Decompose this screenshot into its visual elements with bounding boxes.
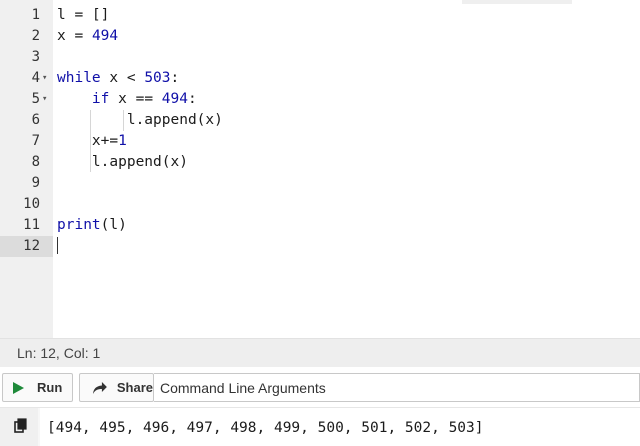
code-text: print(l) — [57, 217, 127, 233]
share-arrow-icon — [92, 381, 107, 394]
line-number: 10 — [23, 196, 40, 212]
code-line-active[interactable]: 12 — [0, 236, 640, 257]
code-text: l.append(x) — [57, 154, 188, 170]
code-line[interactable]: 1 l = [] — [0, 5, 640, 26]
play-icon — [13, 381, 24, 394]
code-text: x+=1 — [57, 133, 127, 149]
output-panel: [494, 495, 496, 497, 498, 499, 500, 501,… — [0, 407, 640, 446]
text-cursor — [57, 237, 58, 254]
code-line[interactable]: 11 print(l) — [0, 215, 640, 236]
code-line[interactable]: 5 ▾ if x == 494: — [0, 89, 640, 110]
code-text: x = 494 — [57, 28, 119, 44]
copy-icon — [14, 418, 27, 433]
run-button[interactable]: Run — [2, 373, 73, 402]
code-line[interactable]: 4 ▾ while x < 503: — [0, 68, 640, 89]
code-line[interactable]: 7 x+=1 — [0, 131, 640, 152]
fold-toggle-icon[interactable]: ▾ — [42, 89, 47, 110]
code-editor[interactable]: 1 l = [] 2 x = 494 3 4 ▾ while x < 503: … — [0, 0, 640, 338]
code-text: if x == 494: — [91, 91, 197, 107]
code-text: l = [] — [57, 7, 110, 23]
line-number: 12 — [23, 238, 40, 254]
line-number: 3 — [31, 49, 40, 65]
toolbar: Run Share — [0, 367, 640, 407]
line-number: 6 — [31, 112, 40, 128]
copy-output-button[interactable] — [0, 408, 38, 446]
code-line[interactable]: 2 x = 494 — [0, 26, 640, 47]
cursor-position: Ln: 12, Col: 1 — [17, 345, 101, 361]
line-number: 7 — [31, 133, 40, 149]
status-bar: Ln: 12, Col: 1 — [0, 338, 640, 367]
run-label: Run — [37, 380, 63, 395]
top-strip — [462, 0, 572, 4]
code-text: while x < 503: — [57, 70, 180, 86]
command-line-arguments-input[interactable] — [154, 373, 640, 402]
program-output: [494, 495, 496, 497, 498, 499, 500, 501,… — [40, 408, 640, 446]
share-label: Share — [116, 380, 153, 395]
code-line[interactable]: 3 — [0, 47, 640, 68]
code-text: l.append(x) — [57, 112, 223, 128]
line-number: 2 — [31, 28, 40, 44]
fold-toggle-icon[interactable]: ▾ — [42, 68, 47, 89]
code-line[interactable]: 8 l.append(x) — [0, 152, 640, 173]
code-line[interactable]: 6 l.append(x) — [0, 110, 640, 131]
code-line[interactable]: 10 — [0, 194, 640, 215]
line-number: 4 — [31, 70, 40, 86]
line-number: 1 — [31, 7, 40, 23]
share-button[interactable]: Share — [79, 373, 154, 402]
line-number: 8 — [31, 154, 40, 170]
line-number: 5 — [31, 91, 40, 107]
code-line[interactable]: 9 — [0, 173, 640, 194]
line-number: 11 — [23, 217, 40, 233]
line-number: 9 — [31, 175, 40, 191]
